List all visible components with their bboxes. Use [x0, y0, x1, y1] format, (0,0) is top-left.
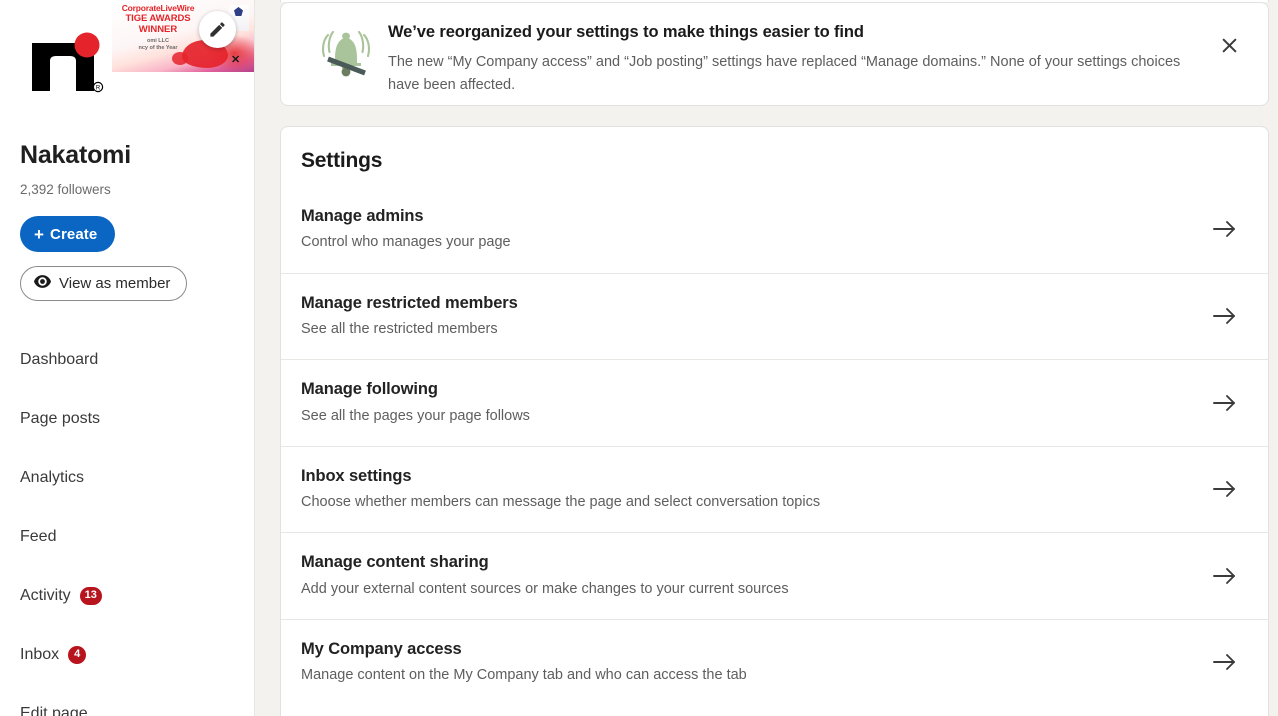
sidebar-item-label: Activity: [20, 586, 71, 604]
settings-row-title: Manage content sharing: [301, 553, 489, 572]
sidebar-item-label: Edit page: [20, 704, 88, 716]
sidebar-item-activity[interactable]: Activity 13: [0, 566, 254, 625]
settings-row-manage-following[interactable]: Manage following See all the pages your …: [281, 359, 1268, 446]
arrow-right-icon[interactable]: [1205, 566, 1245, 586]
sidebar-item-feed[interactable]: Feed: [0, 507, 254, 566]
settings-reorganized-banner: We’ve reorganized your settings to make …: [280, 2, 1269, 106]
followers-count: 2,392 followers: [20, 182, 111, 197]
settings-row-manage-admins[interactable]: Manage admins Control who manages your p…: [281, 186, 1268, 273]
settings-heading: Settings: [301, 149, 383, 172]
sidebar-nav: Dashboard Page posts Analytics Feed Acti…: [0, 330, 254, 716]
bell-icon: [315, 21, 377, 86]
edit-cover-button[interactable]: [199, 11, 236, 48]
sidebar-item-label: Inbox: [20, 645, 60, 663]
sidebar-item-label: Analytics: [20, 468, 85, 486]
settings-row-texts: Manage content sharing Add your external…: [301, 552, 1205, 599]
settings-row-texts: Inbox settings Choose whether members ca…: [301, 466, 1205, 513]
settings-row-texts: Manage following See all the pages your …: [301, 379, 1205, 426]
settings-row-subtitle: See all the restricted members: [301, 321, 498, 338]
banner-text-block: We’ve reorganized your settings to make …: [377, 21, 1212, 97]
settings-row-my-company-access[interactable]: My Company access Manage content on the …: [281, 618, 1268, 706]
sidebar-item-edit-page[interactable]: Edit page: [0, 684, 254, 716]
main-content: We’ve reorganized your settings to make …: [255, 0, 1278, 716]
settings-row-texts: Manage restricted members See all the re…: [301, 293, 1205, 340]
sidebar-item-page-posts[interactable]: Page posts: [0, 389, 254, 448]
banner-title: We’ve reorganized your settings to make …: [388, 23, 864, 41]
svg-text:R: R: [96, 86, 101, 92]
settings-row-subtitle: Choose whether members can message the p…: [301, 494, 821, 511]
settings-list: Manage admins Control who manages your p…: [281, 186, 1268, 705]
plus-icon: +: [34, 224, 45, 244]
arrow-right-icon[interactable]: [1205, 393, 1245, 413]
sidebar-item-analytics[interactable]: Analytics: [0, 448, 254, 507]
arrow-right-icon[interactable]: [1205, 306, 1245, 326]
banner-subtitle: The new “My Company access” and “Job pos…: [388, 53, 1181, 93]
settings-row-subtitle: See all the pages your page follows: [301, 407, 530, 424]
activity-badge: 13: [79, 586, 102, 605]
settings-card: Settings Manage admins Control who manag…: [280, 126, 1269, 716]
view-as-member-label: View as member: [59, 275, 171, 292]
cover-close-icon[interactable]: ✕: [231, 55, 240, 66]
banner-close-button[interactable]: [1212, 31, 1246, 65]
cover-decoration-blob-small: [172, 52, 188, 65]
nakatomi-logo-icon: R: [32, 32, 104, 93]
sidebar-item-dashboard[interactable]: Dashboard: [0, 330, 254, 389]
settings-row-manage-content-sharing[interactable]: Manage content sharing Add your external…: [281, 532, 1268, 619]
arrow-right-icon[interactable]: [1205, 219, 1245, 239]
settings-row-texts: My Company access Manage content on the …: [301, 639, 1205, 686]
page-title: Nakatomi: [20, 141, 131, 169]
arrow-right-icon[interactable]: [1205, 652, 1245, 672]
settings-row-title: My Company access: [301, 639, 462, 658]
settings-row-subtitle: Control who manages your page: [301, 234, 511, 251]
pencil-icon: [208, 20, 227, 39]
settings-row-title: Manage restricted members: [301, 293, 518, 312]
close-icon: [1221, 37, 1238, 59]
settings-row-texts: Manage admins Control who manages your p…: [301, 206, 1205, 253]
arrow-right-icon[interactable]: [1205, 479, 1245, 499]
page-root: CorporateLiveWire TIGE AWARDS WINNER omi…: [0, 0, 1278, 716]
settings-row-subtitle: Manage content on the My Company tab and…: [301, 667, 747, 684]
settings-row-manage-restricted-members[interactable]: Manage restricted members See all the re…: [281, 272, 1268, 360]
page-logo[interactable]: R: [20, 16, 112, 108]
inbox-badge: 4: [68, 645, 87, 664]
settings-row-subtitle: Add your external content sources or mak…: [301, 580, 789, 597]
sidebar-item-inbox[interactable]: Inbox 4: [0, 625, 254, 684]
sidebar-item-label: Dashboard: [20, 350, 99, 368]
settings-row-title: Manage following: [301, 380, 438, 399]
create-button-label: Create: [50, 225, 98, 243]
sidebar-item-label: Feed: [20, 527, 57, 545]
view-as-member-button[interactable]: View as member: [20, 266, 188, 301]
settings-row-title: Inbox settings: [301, 466, 412, 485]
settings-row-inbox-settings[interactable]: Inbox settings Choose whether members ca…: [281, 445, 1268, 533]
sidebar-item-label: Page posts: [20, 409, 101, 427]
eye-icon: [34, 275, 51, 292]
page-sidebar: CorporateLiveWire TIGE AWARDS WINNER omi…: [0, 0, 255, 716]
create-button[interactable]: + Create: [20, 216, 116, 252]
settings-row-title: Manage admins: [301, 206, 424, 225]
